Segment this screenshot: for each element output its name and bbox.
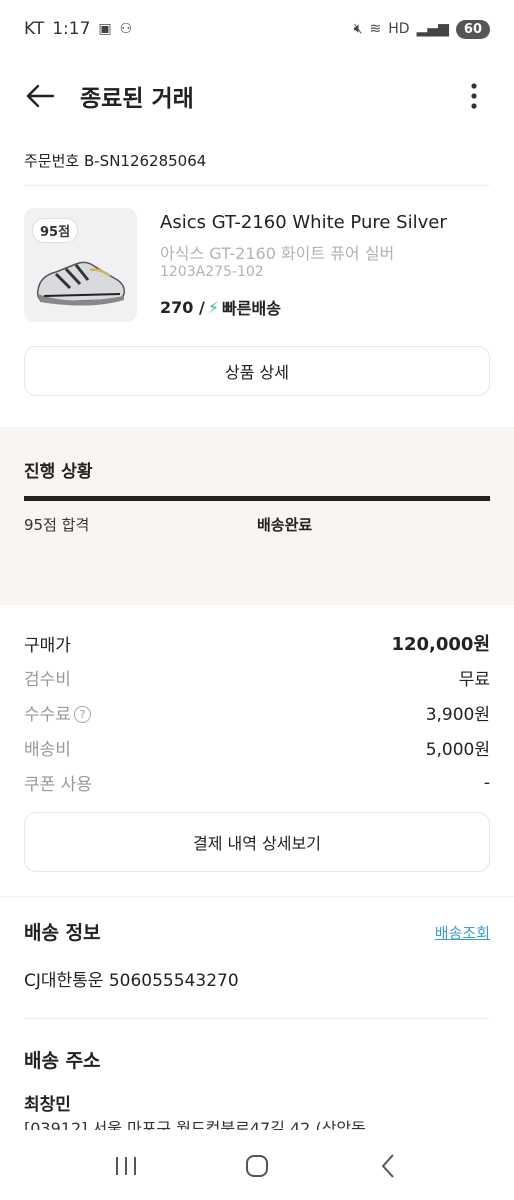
grade-badge: 95점 (32, 218, 79, 243)
progress-section: 진행 상황 95점 합격 배송완료 (0, 427, 514, 605)
shipping-info-title: 배송 정보 (24, 922, 101, 944)
payment-row-shipping: 배송비 5,000원 (24, 735, 490, 760)
address-line: [03912] 서울 마포구 월드컵북로47길 42 (상암동 (24, 1119, 366, 1130)
payment-value: - (483, 772, 490, 793)
progress-title: 진행 상황 (24, 462, 93, 482)
progress-bar (24, 496, 490, 501)
more-vertical-icon (471, 83, 477, 109)
product-image[interactable]: 95점 (24, 208, 137, 322)
payment-label-wrap: 수수료? (24, 700, 91, 725)
payment-value: 무료 (458, 670, 490, 690)
clock: 1:17 (52, 19, 91, 39)
chevron-left-icon (381, 1154, 395, 1178)
back-nav-button[interactable] (368, 1146, 408, 1186)
tracking-number: CJ대한통운 506055543270 (24, 971, 239, 991)
product-name-ko: 아식스 GT-2160 화이트 퓨어 실버 (160, 244, 395, 263)
sneaker-image (36, 261, 126, 306)
payment-label: 검수비 (24, 670, 71, 690)
back-button[interactable] (22, 78, 58, 114)
payment-label: 구매가 (24, 635, 71, 656)
section-divider (0, 896, 514, 897)
home-icon (245, 1155, 268, 1177)
track-shipment-link[interactable]: 배송조회 (435, 922, 490, 943)
mute-icon: 🔇︎ (353, 21, 363, 37)
shipping-type: 빠른배송 (222, 299, 281, 318)
payment-label: 배송비 (24, 740, 71, 760)
carrier-label: KT (24, 19, 45, 39)
product-size: 270 / (160, 297, 205, 317)
payment-value: 5,000원 (425, 740, 490, 760)
lightning-bolt-icon: ⚡︎ (207, 297, 220, 317)
recipient-name: 최창민 (24, 1095, 71, 1115)
app-notification-icon: ⚇ (119, 21, 133, 37)
payment-row-price: 구매가 120,000원 (24, 630, 490, 656)
status-left: KT 1:17 ▣ ⚇ (24, 19, 132, 39)
order-number: 주문번호 B-SN126285064 (24, 152, 207, 170)
page-title: 종료된 거래 (80, 86, 194, 112)
more-options-button[interactable] (458, 80, 490, 112)
payment-value: 3,900원 (425, 705, 490, 725)
screenshot-icon: ▣ (98, 21, 112, 37)
help-icon[interactable]: ? (73, 706, 91, 723)
product-code: 1203A275-102 (160, 264, 264, 280)
product-name-en: Asics GT-2160 White Pure Silver (160, 212, 447, 233)
recent-apps-icon (115, 1157, 136, 1175)
arrow-left-icon (26, 84, 55, 108)
payment-row-coupon: 쿠폰 사용 - (24, 770, 490, 796)
hd-icon: HD (388, 21, 410, 37)
signal-icon: ▂▄▆ (416, 21, 449, 37)
payment-value: 120,000원 (391, 634, 490, 655)
product-option: 270 / ⚡︎ 빠른배송 (160, 295, 281, 319)
divider (24, 1018, 490, 1019)
status-right: 🔇︎ ≋ HD ▂▄▆ 60 (353, 19, 490, 39)
battery-indicator: 60 (455, 19, 490, 39)
payment-label: 수수료 (24, 705, 71, 725)
payment-detail-button[interactable]: 결제 내역 상세보기 (24, 812, 490, 872)
system-nav-bar (0, 1132, 514, 1200)
app-header: 종료된 거래 (0, 58, 514, 134)
home-button[interactable] (237, 1146, 277, 1186)
status-bar: KT 1:17 ▣ ⚇ 🔇︎ ≋ HD ▂▄▆ 60 (0, 0, 514, 58)
recent-apps-button[interactable] (106, 1146, 146, 1186)
payment-row-inspection: 검수비 무료 (24, 665, 490, 690)
payment-row-fee: 수수료? 3,900원 (24, 700, 490, 725)
progress-step-delivered: 배송완료 (257, 516, 313, 534)
divider (24, 185, 490, 186)
shipping-address-title: 배송 주소 (24, 1050, 101, 1072)
progress-step-inspection: 95점 합격 (24, 516, 90, 534)
payment-label: 쿠폰 사용 (24, 775, 92, 795)
wifi-icon: ≋ (369, 21, 382, 37)
product-detail-button[interactable]: 상품 상세 (24, 346, 490, 396)
